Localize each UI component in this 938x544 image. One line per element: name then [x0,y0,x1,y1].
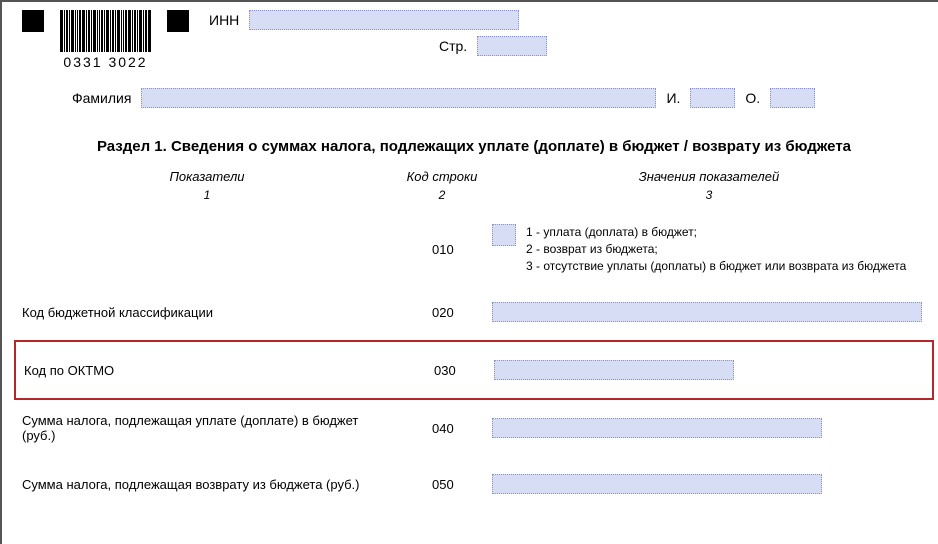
surname-field[interactable] [141,88,656,108]
row-030: Код по ОКТМО 030 [24,342,924,398]
legend-3: 3 - отсутствие уплаты (доплаты) в бюджет… [526,258,906,275]
initial-o-field[interactable] [770,88,815,108]
initial-o-label: О. [745,90,760,106]
page-block: Стр. [439,36,547,56]
col-values-label: Значения показателей [492,169,926,184]
row-050-indicator: Сумма налога, подлежащая возврату из бюд… [22,477,392,492]
highlight-row-030: Код по ОКТМО 030 [14,340,934,400]
page-label: Стр. [439,38,467,54]
page-field[interactable] [477,36,547,56]
row-010-field[interactable] [492,224,516,246]
initial-i-field[interactable] [690,88,735,108]
row-050-field[interactable] [492,474,822,494]
marker-box-left [22,10,44,32]
legend-2: 2 - возврат из бюджета; [526,241,906,258]
col-code-num: 2 [392,188,492,202]
row-040: Сумма налога, подлежащая уплате (доплате… [22,400,926,456]
barcode-bars-icon [60,10,151,52]
row-040-indicator: Сумма налога, подлежащая уплате (доплате… [22,413,392,443]
row-020-indicator: Код бюджетной классификации [22,305,392,320]
inn-field[interactable] [249,10,519,30]
row-030-field[interactable] [494,360,734,380]
col-values-num: 3 [492,188,926,202]
row-010: 010 1 - уплата (доплата) в бюджет; 2 - в… [22,214,926,284]
row-030-code: 030 [394,363,494,378]
row-020-field[interactable] [492,302,922,322]
tax-form-page: 0331 3022 ИНН Стр. Фамилия И. О. Раздел … [0,0,938,544]
row-050-code: 050 [392,477,492,492]
barcode: 0331 3022 [60,10,151,70]
section-title: Раздел 1. Сведения о суммах налога, подл… [32,138,916,155]
row-020: Код бюджетной классификации 020 [22,284,926,340]
table-header-sub: 1 2 3 [22,188,926,202]
surname-label: Фамилия [72,90,131,106]
row-030-indicator: Код по ОКТМО [24,363,394,378]
barcode-number: 0331 3022 [63,54,147,70]
marker-box-right [167,10,189,32]
col-code-label: Код строки [392,169,492,184]
name-row: Фамилия И. О. [72,88,926,108]
inn-block: ИНН [209,10,547,30]
inn-label: ИНН [209,12,239,28]
col-indicators-label: Показатели [22,169,392,184]
top-row: 0331 3022 ИНН Стр. [22,10,926,70]
col-indicators-num: 1 [22,188,392,202]
row-020-code: 020 [392,305,492,320]
row-010-legend: 1 - уплата (доплата) в бюджет; 2 - возвр… [526,224,906,274]
legend-1: 1 - уплата (доплата) в бюджет; [526,224,906,241]
row-040-code: 040 [392,421,492,436]
row-050: Сумма налога, подлежащая возврату из бюд… [22,456,926,512]
row-010-code: 010 [392,242,492,257]
initial-i-label: И. [666,90,680,106]
row-040-field[interactable] [492,418,822,438]
table-header: Показатели Код строки Значения показател… [22,169,926,184]
